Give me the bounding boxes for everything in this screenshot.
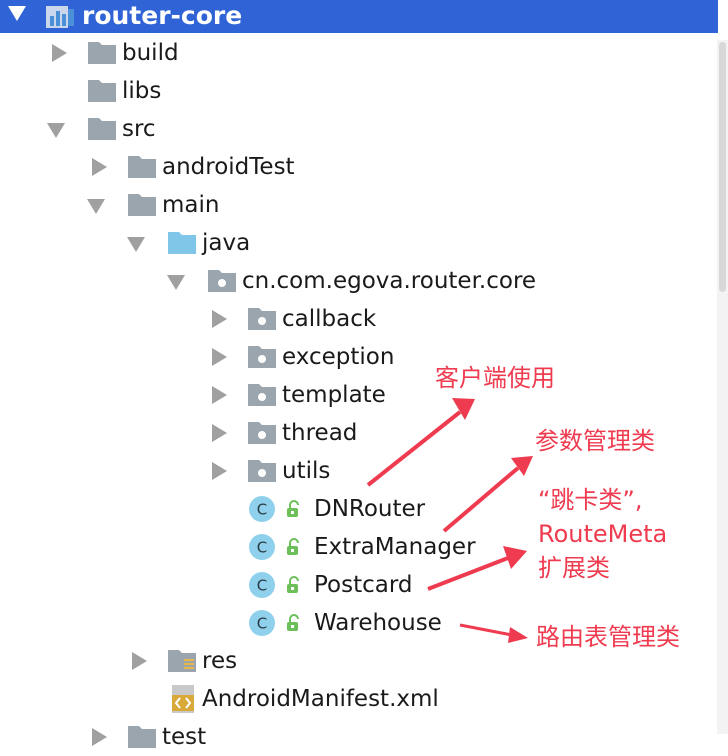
- tree-item-label: DNRouter: [314, 496, 426, 522]
- annotation-warehouse: 路由表管理类: [536, 623, 680, 651]
- expand-arrow-icon[interactable]: [212, 386, 227, 404]
- expand-arrow-icon[interactable]: [212, 424, 227, 442]
- class-icon: C: [249, 610, 275, 636]
- xml-file-icon: [172, 685, 194, 713]
- scrollbar-thumb[interactable]: [719, 42, 726, 292]
- expand-arrow-icon[interactable]: [212, 310, 227, 328]
- expand-arrow-icon[interactable]: [212, 462, 227, 480]
- collapse-arrow-icon[interactable]: [167, 275, 185, 290]
- expand-arrow-icon[interactable]: [132, 652, 147, 670]
- package-icon: [248, 460, 276, 482]
- tree-item-label: java: [202, 230, 251, 256]
- tree-item-label: test: [162, 724, 207, 750]
- tree-item-build[interactable]: build: [0, 34, 700, 72]
- folder-icon: [128, 726, 156, 748]
- tree-item-label: utils: [282, 458, 331, 484]
- folder-icon: [128, 194, 156, 216]
- tree-item-label: build: [122, 40, 179, 66]
- tree-item-class-postcard[interactable]: C Postcard: [0, 566, 430, 604]
- annotation-postcard-line1: “跳卡类”,: [538, 486, 643, 514]
- class-badge-letter: C: [257, 615, 267, 633]
- tree-item-package[interactable]: cn.com.egova.router.core: [0, 262, 700, 300]
- tree-item-label: Warehouse: [314, 610, 442, 636]
- expand-arrow-icon[interactable]: [92, 728, 107, 746]
- tree-item-class-warehouse[interactable]: C Warehouse: [0, 604, 460, 642]
- tree-item-class-extramanager[interactable]: C ExtraManager: [0, 528, 490, 566]
- lock-open-icon: [287, 500, 299, 517]
- expand-arrow-icon[interactable]: [52, 44, 67, 62]
- tree-item-main[interactable]: main: [0, 186, 700, 224]
- arrow-to-param-manager: [442, 456, 533, 533]
- tree-item-label: res: [202, 648, 238, 674]
- tree-item-manifest[interactable]: AndroidManifest.xml: [0, 680, 500, 718]
- folder-icon: [88, 42, 116, 64]
- package-icon: [248, 346, 276, 368]
- arrow-to-warehouse-note: [459, 623, 528, 643]
- lock-open-icon: [287, 538, 299, 555]
- folder-icon: [128, 156, 156, 178]
- class-icon: C: [249, 572, 275, 598]
- tree-item-label: libs: [122, 78, 162, 104]
- tree-item-label: AndroidManifest.xml: [202, 686, 439, 712]
- lock-open-icon: [287, 614, 299, 631]
- project-root-row[interactable]: router-core: [0, 0, 718, 33]
- collapse-arrow-icon[interactable]: [8, 6, 26, 21]
- package-icon: [248, 422, 276, 444]
- tree-item-label: Postcard: [314, 572, 413, 598]
- collapse-arrow-icon[interactable]: [47, 123, 65, 138]
- tree-item-java[interactable]: java: [0, 224, 700, 262]
- tree-item-exception[interactable]: exception: [0, 338, 420, 376]
- class-icon: C: [249, 496, 275, 522]
- module-icon: [46, 6, 74, 28]
- annotation-postcard-line3: 扩展类: [538, 554, 610, 582]
- annotation-postcard-line2: RouteMeta: [538, 520, 668, 548]
- class-badge-letter: C: [257, 501, 267, 519]
- class-badge-letter: C: [257, 539, 267, 557]
- source-folder-icon: [168, 232, 196, 254]
- tree-item-src[interactable]: src: [0, 110, 700, 148]
- folder-icon: [88, 118, 116, 140]
- resource-folder-icon: [168, 650, 196, 672]
- tree-item-class-dnrouter[interactable]: C DNRouter: [0, 490, 440, 528]
- tree-item-label: exception: [282, 344, 395, 370]
- collapse-arrow-icon[interactable]: [87, 199, 105, 214]
- tree-item-androidtest[interactable]: androidTest: [0, 148, 700, 186]
- tree-item-label: callback: [282, 306, 377, 332]
- folder-icon: [88, 80, 116, 102]
- tree-item-template[interactable]: template: [0, 376, 420, 414]
- tree-item-label: thread: [282, 420, 358, 446]
- tree-item-utils[interactable]: utils: [0, 452, 360, 490]
- tree-item-label: template: [282, 382, 386, 408]
- expand-arrow-icon[interactable]: [212, 348, 227, 366]
- tree-item-label: cn.com.egova.router.core: [242, 268, 537, 294]
- lock-open-icon: [287, 576, 299, 593]
- tree-item-test[interactable]: test: [0, 718, 400, 756]
- tree-item-libs[interactable]: libs: [0, 72, 700, 110]
- tree-item-res[interactable]: res: [0, 642, 400, 680]
- project-title: router-core: [82, 1, 243, 30]
- annotation-param-manager: 参数管理类: [535, 427, 655, 455]
- collapse-arrow-icon[interactable]: [127, 237, 145, 252]
- annotation-client-use: 客户端使用: [435, 364, 555, 392]
- expand-arrow-icon[interactable]: [92, 158, 107, 176]
- tree-item-label: main: [162, 192, 220, 218]
- tree-item-thread[interactable]: thread: [0, 414, 420, 452]
- tree-item-callback[interactable]: callback: [0, 300, 420, 338]
- tree-item-label: ExtraManager: [314, 534, 476, 560]
- class-icon: C: [249, 534, 275, 560]
- package-icon: [208, 270, 236, 292]
- package-icon: [248, 384, 276, 406]
- package-icon: [248, 308, 276, 330]
- class-badge-letter: C: [257, 577, 267, 595]
- tree-item-label: src: [122, 116, 156, 142]
- tree-item-label: androidTest: [162, 154, 295, 180]
